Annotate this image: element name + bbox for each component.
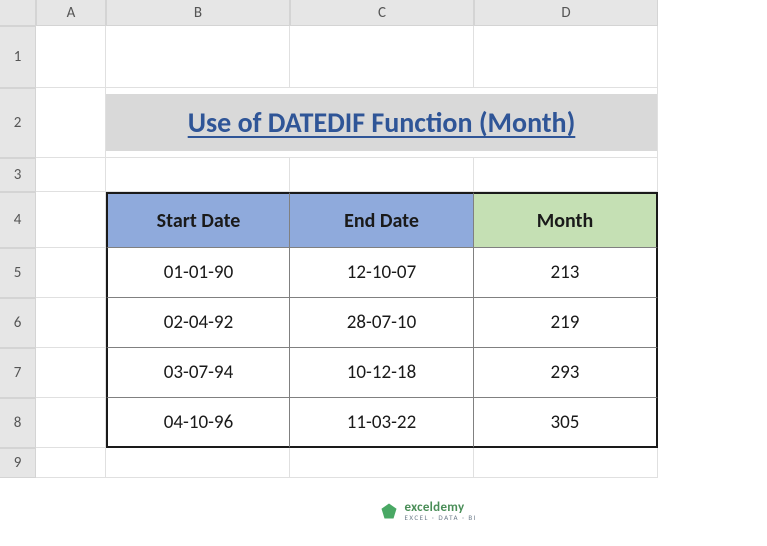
row-header-2[interactable]: 2: [0, 88, 36, 158]
watermark: exceldemy EXCEL · DATA · BI: [380, 500, 477, 522]
cell-end-0[interactable]: 12-10-07: [290, 248, 474, 298]
col-header-C[interactable]: C: [290, 0, 474, 26]
cell-A8[interactable]: [36, 398, 106, 448]
cell-A5[interactable]: [36, 248, 106, 298]
header-end-date[interactable]: End Date: [290, 192, 474, 248]
cell-A2[interactable]: [36, 88, 106, 158]
cell-start-0[interactable]: 01-01-90: [106, 248, 290, 298]
row-header-3[interactable]: 3: [0, 158, 36, 192]
row-header-9[interactable]: 9: [0, 448, 36, 478]
cell-month-3[interactable]: 305: [474, 398, 658, 448]
row-header-7[interactable]: 7: [0, 348, 36, 398]
cell-month-1[interactable]: 219: [474, 298, 658, 348]
header-start-date[interactable]: Start Date: [106, 192, 290, 248]
cell-A7[interactable]: [36, 348, 106, 398]
row-header-8[interactable]: 8: [0, 398, 36, 448]
cell-A1[interactable]: [36, 26, 106, 88]
row-header-4[interactable]: 4: [0, 192, 36, 248]
watermark-tagline: EXCEL · DATA · BI: [404, 513, 477, 522]
cell-B3[interactable]: [106, 158, 290, 192]
row-header-5[interactable]: 5: [0, 248, 36, 298]
col-header-D[interactable]: D: [474, 0, 658, 26]
title-text: Use of DATEDIF Function (Month): [188, 105, 576, 140]
col-header-A[interactable]: A: [36, 0, 106, 26]
cell-start-3[interactable]: 04-10-96: [106, 398, 290, 448]
cell-D1[interactable]: [474, 26, 658, 88]
row-header-1[interactable]: 1: [0, 26, 36, 88]
cell-C3[interactable]: [290, 158, 474, 192]
cell-start-1[interactable]: 02-04-92: [106, 298, 290, 348]
cell-start-2[interactable]: 03-07-94: [106, 348, 290, 398]
select-all-corner[interactable]: [0, 0, 36, 26]
cell-C1[interactable]: [290, 26, 474, 88]
watermark-icon: [380, 502, 398, 520]
cell-A6[interactable]: [36, 298, 106, 348]
cell-D9[interactable]: [474, 448, 658, 478]
col-header-B[interactable]: B: [106, 0, 290, 26]
cell-month-0[interactable]: 213: [474, 248, 658, 298]
cell-A4[interactable]: [36, 192, 106, 248]
spreadsheet-grid: A B C D 1 2 Use of DATEDIF Function (Mon…: [0, 0, 767, 546]
cell-A9[interactable]: [36, 448, 106, 478]
cell-end-3[interactable]: 11-03-22: [290, 398, 474, 448]
header-month[interactable]: Month: [474, 192, 658, 248]
cell-C9[interactable]: [290, 448, 474, 478]
cell-month-2[interactable]: 293: [474, 348, 658, 398]
cell-D3[interactable]: [474, 158, 658, 192]
cell-A3[interactable]: [36, 158, 106, 192]
cell-B1[interactable]: [106, 26, 290, 88]
row-header-6[interactable]: 6: [0, 298, 36, 348]
cell-end-2[interactable]: 10-12-18: [290, 348, 474, 398]
title-cell[interactable]: Use of DATEDIF Function (Month): [106, 88, 658, 158]
cell-end-1[interactable]: 28-07-10: [290, 298, 474, 348]
cell-B9[interactable]: [106, 448, 290, 478]
